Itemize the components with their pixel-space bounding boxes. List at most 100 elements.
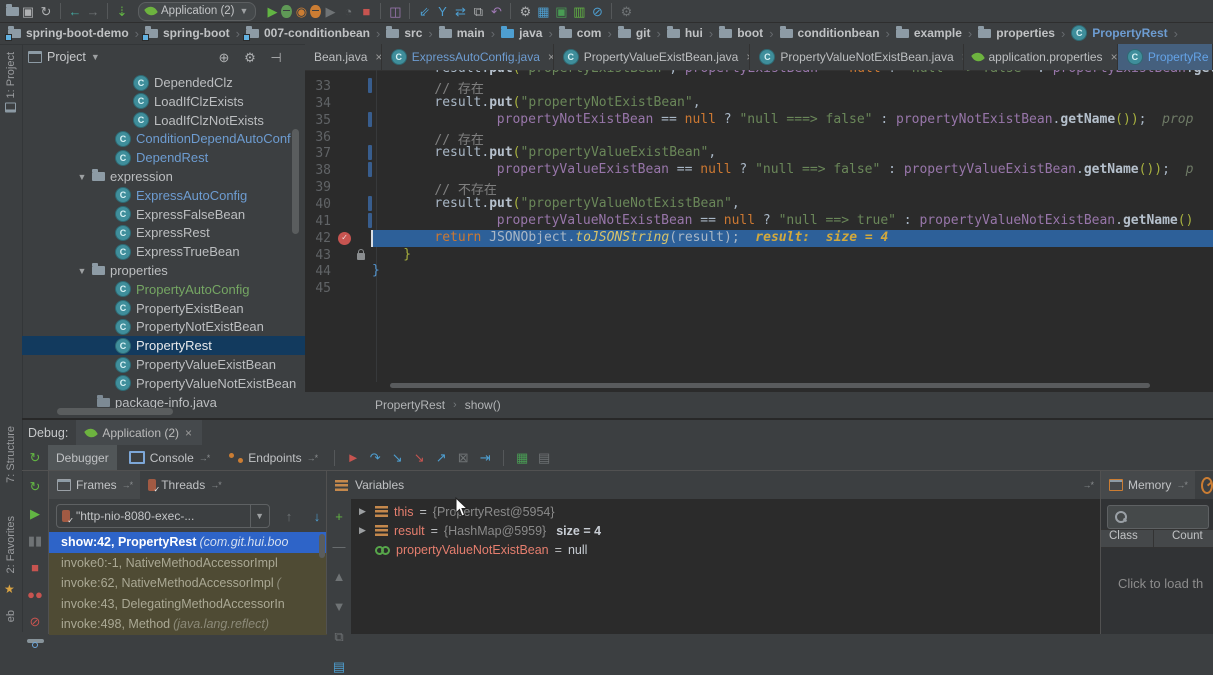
open-project-icon[interactable] — [6, 7, 19, 16]
run-config-dropdown[interactable]: Application (2) ▼ — [138, 2, 256, 21]
frame-row[interactable]: invoke0:-1, NativeMethodAccessorImpl — [49, 553, 327, 574]
column-class[interactable]: Class — [1101, 530, 1154, 547]
restore-layout-icon[interactable]: ⧉ — [469, 2, 487, 20]
pin-icon[interactable]: →* — [307, 453, 318, 463]
tree-item-PropertyValueExistBean[interactable]: CPropertyValueExistBean — [22, 355, 305, 374]
thread-dump-icon[interactable] — [27, 639, 44, 643]
code-line-38[interactable]: 38propertyValueExistBean == null ? "null… — [305, 162, 1213, 179]
sidebar-item-project[interactable]: 1: Project — [0, 52, 22, 112]
frames-scrollbar[interactable] — [319, 534, 325, 558]
breadcrumb-item-java[interactable]: java — [501, 26, 542, 40]
code-line-42[interactable]: 42✓return JSONObject.toJSONString(result… — [305, 230, 1213, 247]
run-coverage-icon[interactable]: ◉ — [292, 2, 310, 20]
pin-icon[interactable]: →* — [1082, 480, 1093, 490]
column-count[interactable]: Count — [1154, 530, 1203, 547]
step-over-icon[interactable]: ↷ — [366, 449, 384, 467]
code-line-35[interactable]: 35propertyNotExistBean == null ? "null =… — [305, 112, 1213, 129]
breadcrumb-item-src[interactable]: src — [386, 26, 422, 40]
breadcrumb-item-main[interactable]: main — [439, 26, 485, 40]
sidebar-item-structure[interactable]: 7: Structure — [0, 426, 22, 483]
debug-tab-Console[interactable]: Console→* — [121, 445, 218, 470]
annotate-columns-icon[interactable]: ⇣ — [113, 2, 131, 20]
breadcrumb-item-properties[interactable]: properties — [978, 26, 1055, 40]
memory-load-message[interactable]: Click to load th — [1118, 576, 1203, 591]
stop-debug-icon[interactable]: ■ — [26, 558, 44, 576]
hide-panel-icon[interactable]: ⊣ — [267, 48, 285, 66]
move-up-icon[interactable]: ▲ — [330, 567, 348, 585]
tab-PropertyValueNotExistBean.java[interactable]: CPropertyValueNotExistBean.java× — [750, 44, 964, 70]
tree-item-PropertyValueNotExistBean[interactable]: CPropertyValueNotExistBean — [22, 374, 305, 393]
profiler-gauge-icon[interactable] — [1201, 477, 1213, 494]
tree-item-PropertyNotExistBean[interactable]: CPropertyNotExistBean — [22, 317, 305, 336]
tree-item-ExpressAutoConfig[interactable]: CExpressAutoConfig — [22, 186, 305, 205]
tab-threads[interactable]: Threads→* — [140, 471, 229, 499]
editor-hscrollbar[interactable] — [390, 383, 1150, 388]
sync-icon[interactable]: ↻ — [37, 2, 55, 20]
undo-icon[interactable]: ↶ — [487, 2, 505, 20]
copy-icon[interactable]: ⧉ — [330, 627, 348, 645]
locate-file-icon[interactable]: ⊕ — [215, 48, 233, 66]
breadcrumb-class[interactable]: PropertyRest — [375, 398, 445, 412]
tab-Bean.java[interactable]: Bean.java× — [305, 44, 382, 70]
project-structure-icon[interactable]: ▦ — [534, 2, 552, 20]
variable-row[interactable]: ▶this = {PropertyRest@5954} — [351, 502, 1101, 521]
force-step-into-icon[interactable]: ↘ — [410, 449, 428, 467]
tree-item-ConditionDependAutoConf[interactable]: CConditionDependAutoConf — [22, 129, 305, 148]
step-into-icon[interactable]: ↘ — [388, 449, 406, 467]
build-hammer-icon[interactable]: ⚙ — [617, 2, 635, 20]
debug-tab-Debugger[interactable]: Debugger — [48, 445, 117, 470]
next-frame-icon[interactable]: ↓ — [308, 507, 326, 525]
attach-debugger-icon[interactable] — [310, 5, 321, 18]
tree-item-ExpressTrueBean[interactable]: CExpressTrueBean — [22, 242, 305, 261]
save-group-icon[interactable]: ▣ — [552, 2, 570, 20]
breadcrumb-item-hui[interactable]: hui — [667, 26, 703, 40]
project-vscrollbar[interactable] — [292, 129, 299, 234]
move-down-icon[interactable]: ▼ — [330, 597, 348, 615]
breadcrumb-item-007-conditionbean[interactable]: 007-conditionbean — [246, 26, 370, 40]
debug-tab-Endpoints[interactable]: Endpoints→* — [221, 445, 325, 470]
tree-item-PropertyExistBean[interactable]: CPropertyExistBean — [22, 299, 305, 318]
step-out-icon[interactable]: ↗ — [432, 449, 450, 467]
tab-PropertyValueExistBean.java[interactable]: CPropertyValueExistBean.java× — [554, 44, 751, 70]
tree-item-ExpressRest[interactable]: CExpressRest — [22, 223, 305, 242]
back-icon[interactable]: ← — [66, 2, 84, 20]
resume-icon[interactable]: ▶ — [26, 504, 44, 522]
tab-ExpressAutoConfig.java[interactable]: CExpressAutoConfig.java× — [382, 44, 554, 70]
breadcrumb-item-example[interactable]: example — [896, 26, 962, 40]
tree-item-PropertyRest[interactable]: CPropertyRest — [22, 336, 305, 355]
monitor-icon[interactable]: ▥ — [570, 2, 588, 20]
code-line-40[interactable]: 40result.put("propertyValueNotExistBean"… — [305, 196, 1213, 213]
breadcrumb-item-spring-boot[interactable]: spring-boot — [145, 26, 230, 40]
drop-frame-icon[interactable]: ⊠ — [454, 449, 472, 467]
tree-item-properties[interactable]: ▼properties — [22, 261, 305, 280]
evaluate-expression-icon[interactable]: ▦ — [513, 449, 531, 467]
pin-icon[interactable]: →* — [1176, 480, 1187, 490]
tree-item-LoadIfClzNotExists[interactable]: CLoadIfClzNotExists — [22, 111, 305, 130]
view-options-icon[interactable]: ▤ — [330, 657, 348, 675]
code-line-39[interactable]: 39// 不存在 — [305, 179, 1213, 196]
code-area[interactable]: result.put("propertyExistBean", property… — [305, 70, 1213, 382]
tree-item-LoadIfClzExists[interactable]: CLoadIfClzExists — [22, 92, 305, 111]
project-panel-title[interactable]: Project — [47, 50, 86, 64]
forward-icon[interactable]: → — [84, 2, 102, 20]
debug-icon[interactable] — [281, 5, 292, 18]
chevron-down-icon[interactable]: ▼ — [91, 52, 100, 62]
tab-frames[interactable]: Frames→* — [49, 471, 140, 499]
breadcrumb-item-git[interactable]: git — [618, 26, 651, 40]
pin-icon[interactable]: →* — [122, 480, 133, 490]
frame-row[interactable]: invoke:498, Method (java.lang.reflect) — [49, 614, 327, 635]
tab-memory[interactable]: Memory→* — [1101, 471, 1195, 499]
breakpoint-icon[interactable]: ✓ — [338, 232, 351, 245]
close-icon[interactable]: × — [185, 426, 192, 440]
variable-row[interactable]: ▶result = {HashMap@5959} size = 4 — [351, 521, 1101, 540]
view-breakpoints-icon[interactable]: ●● — [26, 585, 44, 603]
frame-row[interactable]: invoke:43, DelegatingMethodAccessorIn — [49, 594, 327, 615]
add-watch-icon[interactable]: + — [330, 507, 348, 525]
memory-search-input[interactable] — [1107, 505, 1209, 529]
debug-session-tab[interactable]: Application (2) × — [76, 420, 202, 445]
code-line-partial[interactable]: result.put("propertyExistBean", property… — [305, 70, 1213, 78]
pin-icon[interactable]: →* — [210, 480, 221, 490]
chevron-down-icon[interactable]: ▼ — [250, 505, 264, 527]
code-line-37[interactable]: 37result.put("propertyValueExistBean", — [305, 145, 1213, 162]
frame-row[interactable]: invoke:62, NativeMethodAccessorImpl ( — [49, 573, 327, 594]
